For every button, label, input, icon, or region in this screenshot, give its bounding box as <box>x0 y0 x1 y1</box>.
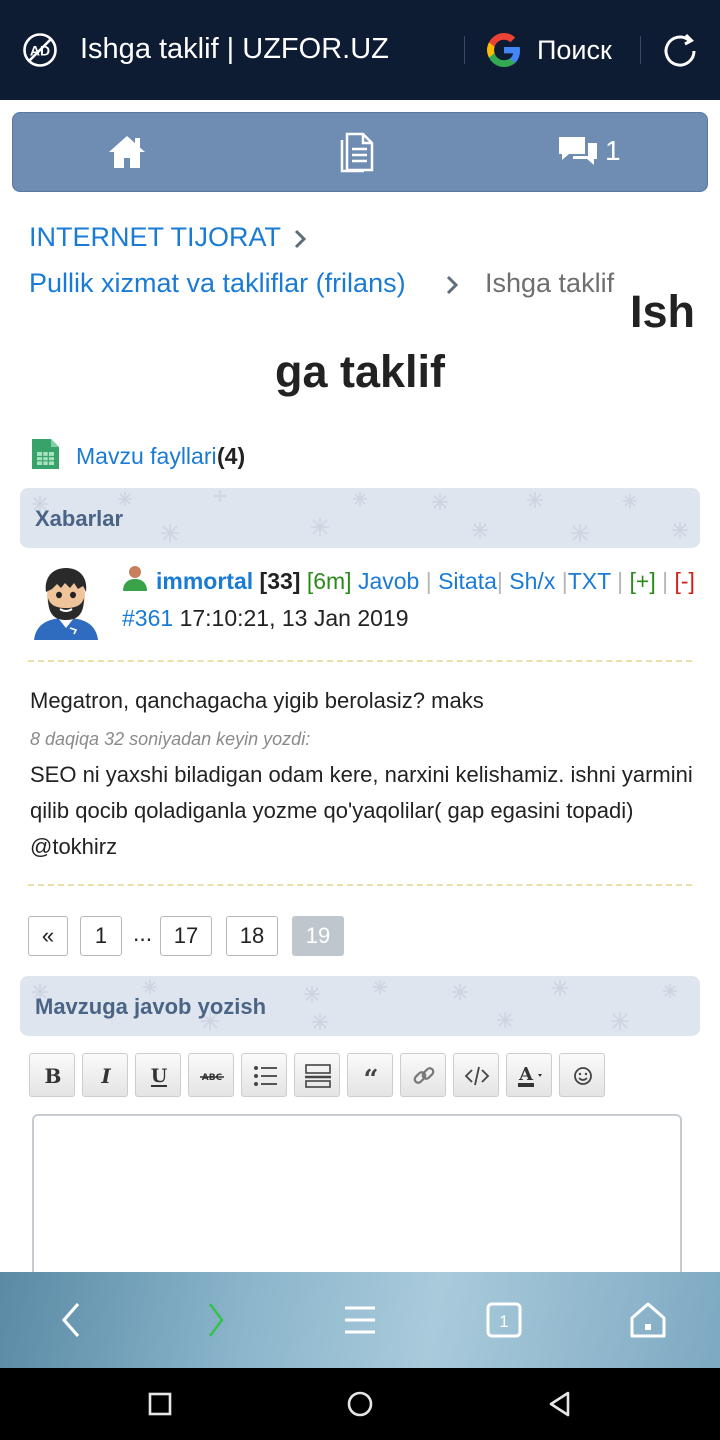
horizontal-rule-button[interactable] <box>294 1053 340 1097</box>
italic-icon: I <box>100 1064 111 1088</box>
home-icon[interactable] <box>624 1296 672 1344</box>
svg-text:1: 1 <box>499 1312 508 1331</box>
browser-toolbar: AD Ishga taklif | UZFOR.UZ Поиск <box>0 0 720 100</box>
svg-text:A: A <box>518 1064 534 1085</box>
forum-list-icon[interactable] <box>339 131 375 173</box>
messages-count[interactable]: 1 <box>605 135 621 167</box>
section-title: Mavzuga javob yozish <box>35 994 267 1019</box>
pagination-current-page: 19 <box>292 916 344 956</box>
spreadsheet-icon <box>32 439 59 469</box>
refresh-icon[interactable] <box>658 29 702 73</box>
underline-icon: U <box>151 1065 168 1087</box>
font-color-button[interactable]: A <box>506 1053 552 1097</box>
svg-text:B: B <box>45 1064 62 1088</box>
link-button[interactable] <box>400 1053 446 1097</box>
browser-page-title[interactable]: Ishga taklif | UZFOR.UZ <box>80 33 389 66</box>
bold-button[interactable]: B <box>29 1053 75 1097</box>
txt-link[interactable]: TXT <box>568 568 611 594</box>
smiley-icon <box>574 1067 592 1085</box>
smiley-button[interactable] <box>559 1053 605 1097</box>
quote-icon: “ <box>364 1065 379 1091</box>
browser-bottom-bar: 1 <box>0 1272 720 1368</box>
post-author-link[interactable]: immortal <box>156 568 253 594</box>
rating-plus-link[interactable]: [+] <box>630 568 656 594</box>
page-title: ga taklif <box>274 346 446 397</box>
svg-text:U: U <box>151 1065 168 1087</box>
code-icon <box>464 1066 490 1086</box>
back-icon[interactable] <box>48 1296 96 1344</box>
menu-icon[interactable] <box>336 1296 384 1344</box>
tabs-icon[interactable]: 1 <box>480 1296 528 1344</box>
horizontal-rule-icon <box>305 1064 331 1088</box>
post-text-line: qilib qocib qoladiganla yozme qo'yaqolil… <box>30 798 634 823</box>
font-color-icon: A <box>518 1064 542 1087</box>
breadcrumb-link[interactable]: INTERNET TIJORAT <box>29 222 281 253</box>
post-number-link[interactable]: #361 <box>122 605 173 631</box>
bold-icon: B <box>45 1064 62 1088</box>
post-online-status: [6m] <box>306 568 352 594</box>
site-navbar: 1 <box>12 112 708 192</box>
code-button[interactable] <box>453 1053 499 1097</box>
pagination-page[interactable]: 1 <box>80 916 122 956</box>
toolbar-divider <box>640 36 641 64</box>
post-meta: immortal [33] [6m] Javob | Sitata| Sh/x … <box>156 568 695 594</box>
quote-button[interactable]: “ <box>347 1053 393 1097</box>
breadcrumb-current: Ishga taklif <box>485 268 615 298</box>
post-author-rating: [33] <box>259 568 301 594</box>
post-text-line: SEO ni yaxshi biladigan odam kere, narxi… <box>30 762 693 787</box>
page-title: Ish <box>630 286 696 337</box>
list-icon <box>254 1066 277 1086</box>
topic-files-count: (4) <box>217 443 246 469</box>
ad-block-icon[interactable]: AD <box>22 32 58 68</box>
home-circle-icon[interactable] <box>344 1388 376 1420</box>
chevron-right-icon <box>294 229 307 249</box>
post-divider <box>28 884 692 886</box>
breadcrumb-link[interactable]: Pullik xizmat va takliflar (frilans) <box>29 268 406 299</box>
svg-text:“: “ <box>364 1065 379 1091</box>
toolbar-divider <box>464 36 465 64</box>
svg-text:ABC: ABC <box>202 1073 223 1083</box>
post-edit-note: 8 daqiqa 32 soniyadan keyin yozdi: <box>30 729 311 749</box>
post-text-line: @tokhirz <box>30 834 118 859</box>
section-header: Mavzuga javob yozish <box>20 976 700 1036</box>
google-icon[interactable] <box>484 30 524 70</box>
pagination-page[interactable]: 18 <box>226 916 278 956</box>
reply-link[interactable]: Javob <box>358 568 419 594</box>
rating-minus-link[interactable]: [-] <box>674 568 694 594</box>
back-triangle-icon[interactable] <box>544 1388 576 1420</box>
pagination-first[interactable]: « <box>28 916 68 956</box>
italic-button[interactable]: I <box>82 1053 128 1097</box>
list-button[interactable] <box>241 1053 287 1097</box>
user-icon <box>123 566 147 591</box>
underline-button[interactable]: U <box>135 1053 181 1097</box>
private-message-link[interactable]: Sh/x <box>509 568 555 594</box>
post-meta-line: #361 17:10:21, 13 Jan 2019 <box>122 605 408 632</box>
messages-icon[interactable] <box>557 133 599 171</box>
user-avatar[interactable] <box>30 562 102 640</box>
post-timestamp: 17:10:21, 13 Jan 2019 <box>179 605 409 631</box>
quote-link[interactable]: Sitata <box>438 568 497 594</box>
post-text-line: Megatron, qanchagacha yigib berolasiz? m… <box>30 688 484 713</box>
pagination-page[interactable]: 17 <box>160 916 212 956</box>
strikethrough-button[interactable]: ABC <box>188 1053 234 1097</box>
recents-icon[interactable] <box>144 1388 176 1420</box>
post-divider <box>28 660 692 662</box>
topic-files-link[interactable]: Mavzu fayllari <box>76 443 217 470</box>
home-icon[interactable] <box>107 133 147 171</box>
pagination-ellipsis: ... <box>133 920 153 946</box>
section-title: Xabarlar <box>35 506 124 531</box>
section-header: Xabarlar <box>20 488 700 548</box>
strikethrough-icon: ABC <box>200 1073 224 1083</box>
link-icon <box>413 1067 435 1084</box>
system-navigation-bar <box>0 1368 720 1440</box>
forward-icon[interactable] <box>192 1296 240 1344</box>
chevron-right-icon <box>446 275 459 295</box>
search-button-label[interactable]: Поиск <box>537 35 612 66</box>
svg-text:I: I <box>100 1064 111 1088</box>
